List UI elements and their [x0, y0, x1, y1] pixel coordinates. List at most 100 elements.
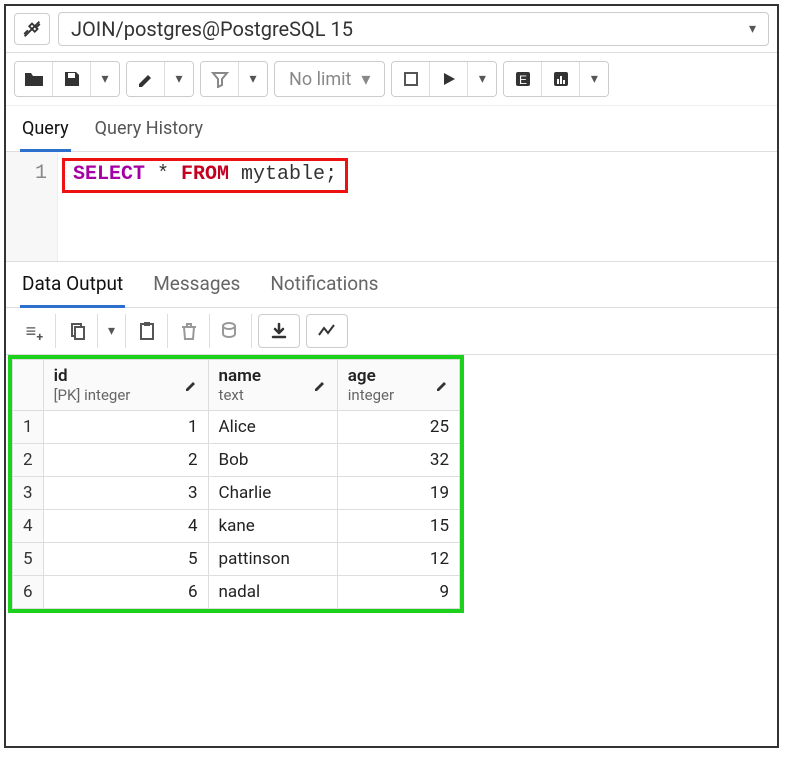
run-dropdown[interactable]: ▾	[468, 62, 496, 96]
editor-tabs: Query Query History	[6, 106, 777, 152]
col-name: id	[54, 366, 68, 386]
funnel-icon	[211, 70, 229, 88]
chevron-down-icon: ▾	[479, 71, 486, 87]
chevron-down-icon: ▾	[591, 71, 598, 87]
sql-editor[interactable]: 1 SELECT * FROM mytable;	[6, 152, 777, 262]
code-area[interactable]: SELECT * FROM mytable;	[58, 152, 352, 261]
run-button[interactable]	[430, 62, 468, 96]
cell-name[interactable]: Alice	[208, 411, 337, 444]
stop-button[interactable]	[392, 62, 430, 96]
cell-id[interactable]: 1	[43, 411, 208, 444]
column-header-id[interactable]: id [PK] integer	[43, 360, 208, 411]
cell-id[interactable]: 2	[43, 444, 208, 477]
tab-query-history[interactable]: Query History	[93, 112, 205, 151]
save-button[interactable]	[53, 62, 91, 96]
chevron-down-icon: ▾	[249, 71, 256, 87]
disconnect-button[interactable]	[14, 13, 50, 45]
pencil-icon[interactable]	[313, 378, 327, 392]
query-highlight-box: SELECT * FROM mytable;	[62, 158, 348, 193]
save-icon	[63, 70, 81, 88]
table-row[interactable]: 3 3 Charlie 19	[13, 477, 460, 510]
add-row-button[interactable]: ≡₊	[14, 314, 56, 348]
connection-selector[interactable]: JOIN/postgres@PostgreSQL 15 ▾	[58, 12, 769, 46]
limit-label: No limit	[289, 69, 351, 90]
edit-dropdown[interactable]: ▾	[165, 62, 193, 96]
results-body: 1 1 Alice 25 2 2 Bob 32 3 3 Charlie 19	[13, 411, 460, 609]
copy-icon	[68, 322, 86, 340]
connection-bar: JOIN/postgres@PostgreSQL 15 ▾	[6, 6, 777, 53]
save-data-button[interactable]	[210, 314, 252, 348]
chevron-down-icon: ▾	[101, 71, 108, 87]
keyword-select: SELECT	[73, 163, 145, 186]
main-toolbar: ▾ ▾ ▾ No limit ▾ ▾	[6, 53, 777, 106]
open-file-button[interactable]	[15, 62, 53, 96]
explain-button[interactable]: E	[504, 62, 542, 96]
table-row[interactable]: 6 6 nadal 9	[13, 576, 460, 609]
table-row[interactable]: 1 1 Alice 25	[13, 411, 460, 444]
table-row[interactable]: 2 2 Bob 32	[13, 444, 460, 477]
col-name: age	[348, 366, 376, 386]
tab-messages[interactable]: Messages	[151, 266, 242, 307]
col-type: text	[219, 386, 262, 404]
col-type: [PK] integer	[54, 386, 131, 404]
cell-name[interactable]: Bob	[208, 444, 337, 477]
pencil-icon[interactable]	[184, 378, 198, 392]
cell-age[interactable]: 25	[337, 411, 459, 444]
cell-name[interactable]: nadal	[208, 576, 337, 609]
pencil-icon[interactable]	[435, 378, 449, 392]
save-dropdown[interactable]: ▾	[91, 62, 119, 96]
keyword-from: FROM	[181, 163, 229, 186]
explain-dropdown[interactable]: ▾	[580, 62, 608, 96]
cell-name[interactable]: kane	[208, 510, 337, 543]
tab-data-output[interactable]: Data Output	[20, 266, 125, 308]
filter-dropdown[interactable]: ▾	[239, 62, 267, 96]
row-number: 6	[13, 576, 44, 609]
delete-button[interactable]	[168, 314, 210, 348]
cell-id[interactable]: 5	[43, 543, 208, 576]
cell-age[interactable]: 12	[337, 543, 459, 576]
play-icon	[441, 71, 457, 87]
paste-button[interactable]	[126, 314, 168, 348]
cell-age[interactable]: 19	[337, 477, 459, 510]
results-grid-highlight: id [PK] integer name text	[8, 355, 464, 613]
table-row[interactable]: 5 5 pattinson 12	[13, 543, 460, 576]
line-gutter: 1	[6, 152, 58, 261]
stop-icon	[403, 71, 419, 87]
download-icon	[271, 322, 287, 340]
edit-button[interactable]	[127, 62, 165, 96]
line-number: 1	[6, 162, 47, 185]
column-header-age[interactable]: age integer	[337, 360, 459, 411]
cell-age[interactable]: 15	[337, 510, 459, 543]
filter-button[interactable]	[201, 62, 239, 96]
results-table[interactable]: id [PK] integer name text	[12, 359, 460, 609]
table-row[interactable]: 4 4 kane 15	[13, 510, 460, 543]
plug-disconnected-icon	[21, 18, 43, 40]
column-header-name[interactable]: name text	[208, 360, 337, 411]
row-number: 1	[13, 411, 44, 444]
cell-id[interactable]: 6	[43, 576, 208, 609]
header-row: id [PK] integer name text	[13, 360, 460, 411]
explain-icon: E	[514, 70, 532, 88]
copy-button[interactable]	[56, 314, 98, 348]
caret-down-icon: ▾	[361, 69, 370, 90]
trash-icon	[181, 322, 197, 340]
cell-id[interactable]: 3	[43, 477, 208, 510]
graph-visualize-button[interactable]	[306, 314, 348, 348]
cell-id[interactable]: 4	[43, 510, 208, 543]
download-button[interactable]	[258, 314, 300, 348]
row-number-header	[13, 360, 44, 411]
tab-notifications[interactable]: Notifications	[268, 266, 380, 307]
cell-name[interactable]: Charlie	[208, 477, 337, 510]
cell-age[interactable]: 32	[337, 444, 459, 477]
semicolon: ;	[325, 163, 337, 186]
col-name: name	[219, 366, 262, 386]
table-identifier: mytable	[229, 163, 325, 186]
row-number: 2	[13, 444, 44, 477]
explain-analyze-button[interactable]	[542, 62, 580, 96]
cell-name[interactable]: pattinson	[208, 543, 337, 576]
copy-dropdown[interactable]: ▾	[98, 314, 126, 348]
tab-query[interactable]: Query	[20, 112, 71, 152]
limit-selector[interactable]: No limit ▾	[274, 61, 385, 97]
cell-age[interactable]: 9	[337, 576, 459, 609]
col-type: integer	[348, 386, 394, 404]
